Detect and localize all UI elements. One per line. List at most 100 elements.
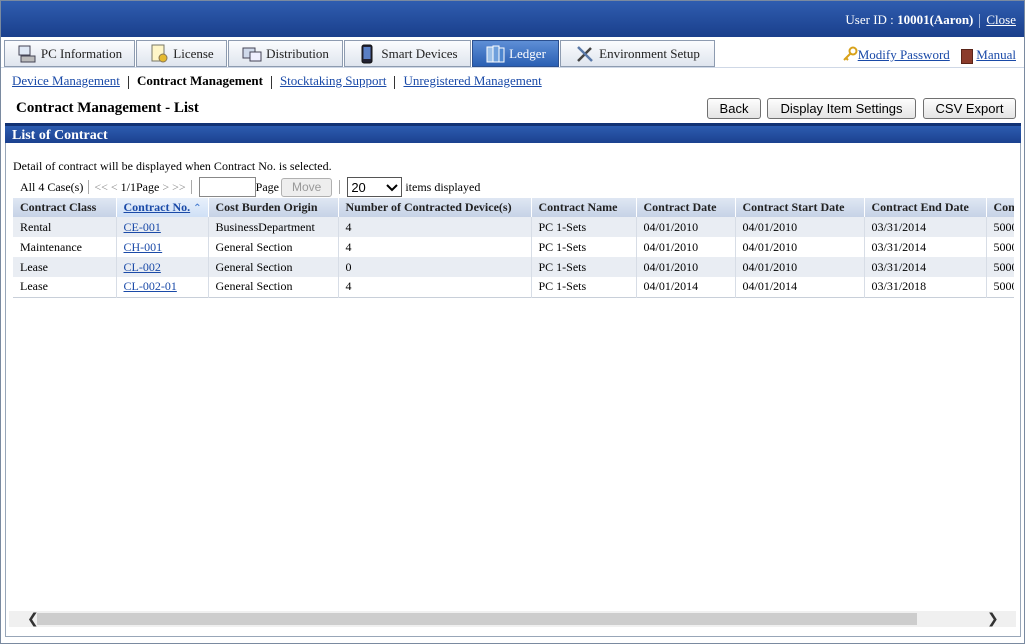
tab-pc-information[interactable]: PC Information xyxy=(4,40,135,67)
manual-link[interactable]: Manual xyxy=(976,47,1016,62)
divider xyxy=(394,75,396,89)
divider xyxy=(979,14,981,29)
tab-ledger[interactable]: Ledger xyxy=(472,40,559,67)
subnav-stocktaking-support[interactable]: Stocktaking Support xyxy=(280,73,387,88)
divider xyxy=(339,180,341,194)
contract-no-link[interactable]: CL-002-01 xyxy=(124,279,177,293)
divider xyxy=(88,180,90,194)
page-title: Contract Management - List xyxy=(16,100,199,116)
cell: PC 1-Sets xyxy=(531,257,637,277)
subnav-unregistered-management[interactable]: Unregistered Management xyxy=(403,73,541,88)
cell: 0 xyxy=(338,257,532,277)
cell: 4 xyxy=(338,237,532,257)
key-icon xyxy=(842,46,858,66)
column-header[interactable]: Contract End Date xyxy=(864,198,987,217)
column-header[interactable]: Contract Date xyxy=(636,198,736,217)
divider xyxy=(127,75,129,89)
csv-export-button[interactable]: CSV Export xyxy=(923,98,1016,119)
cell: BusinessDepartment xyxy=(208,217,339,237)
items-displayed-label: items displayed xyxy=(405,179,481,194)
smart-device-icon xyxy=(357,44,377,64)
column-header[interactable]: Con xyxy=(986,198,1014,217)
license-icon xyxy=(149,44,169,64)
cell: 4 xyxy=(338,277,532,297)
user-id-label: User ID : xyxy=(845,12,898,27)
cell: Maintenance xyxy=(13,237,117,257)
tab-label: License xyxy=(173,45,214,61)
cell: 04/01/2010 xyxy=(636,237,736,257)
tab-license[interactable]: License xyxy=(136,40,227,67)
cell: 04/01/2014 xyxy=(636,277,736,297)
cell: Rental xyxy=(13,217,117,237)
back-button[interactable]: Back xyxy=(707,98,761,119)
column-header[interactable]: Contract Name xyxy=(531,198,637,217)
tab-label: Ledger xyxy=(509,45,546,61)
cell: 04/01/2014 xyxy=(735,277,865,297)
cell: 04/01/2010 xyxy=(735,237,865,257)
divider xyxy=(270,75,272,89)
subnav-device-management[interactable]: Device Management xyxy=(12,73,120,88)
contract-no-link[interactable]: CL-002 xyxy=(124,260,161,274)
cell: PC 1-Sets xyxy=(531,217,637,237)
table-row: Maintenance CH-001 General Section 4 PC … xyxy=(13,237,1014,257)
first-page-link[interactable]: << xyxy=(94,180,108,195)
tab-distribution[interactable]: Distribution xyxy=(228,40,343,67)
prev-page-link[interactable]: < xyxy=(111,180,118,195)
items-per-page-select[interactable]: 20 xyxy=(347,177,403,197)
table-row: Lease CL-002 General Section 0 PC 1-Sets… xyxy=(13,257,1014,277)
cell: 5000 xyxy=(986,237,1014,257)
tab-environment-setup[interactable]: Environment Setup xyxy=(560,40,715,67)
last-page-link[interactable]: >> xyxy=(172,180,186,195)
cell: 5000 xyxy=(986,217,1014,237)
ledger-icon xyxy=(485,44,505,64)
case-count: All 4 Case(s) xyxy=(20,179,84,194)
cell: CH-001 xyxy=(116,237,209,257)
column-header[interactable]: Contract Start Date xyxy=(735,198,865,217)
distribution-icon xyxy=(242,44,262,64)
cell: PC 1-Sets xyxy=(531,237,637,257)
contract-no-link[interactable]: CH-001 xyxy=(124,240,163,254)
sort-link[interactable]: Contract No. xyxy=(124,200,191,214)
column-header[interactable]: Number of Contracted Device(s) xyxy=(338,198,532,217)
cell: 03/31/2014 xyxy=(864,237,987,257)
close-link[interactable]: Close xyxy=(986,12,1016,27)
tab-smart-devices[interactable]: Smart Devices xyxy=(344,40,471,67)
horizontal-scrollbar[interactable]: ❮ ❯ xyxy=(9,611,1016,627)
cell: General Section xyxy=(208,277,339,297)
cell: CL-002-01 xyxy=(116,277,209,297)
column-header[interactable]: Contract Class xyxy=(13,198,117,217)
column-header-sorted[interactable]: Contract No. ⌃ xyxy=(116,198,209,217)
cell: 4 xyxy=(338,217,532,237)
modify-password-link[interactable]: Modify Password xyxy=(858,47,950,62)
main-tab-row: PC Information License Distribution Smar… xyxy=(1,38,1024,68)
cell: 5000 xyxy=(986,277,1014,297)
header-links: Modify Password Manual xyxy=(842,46,1016,66)
cell: Lease xyxy=(13,257,117,277)
tab-label: Distribution xyxy=(266,45,329,61)
subnav-contract-management: Contract Management xyxy=(136,73,263,88)
tab-label: Environment Setup xyxy=(599,45,700,61)
cell: 04/01/2010 xyxy=(735,257,865,277)
manual-icon xyxy=(961,48,974,64)
user-id-value: 10001(Aaron) xyxy=(897,12,974,27)
tools-icon xyxy=(575,44,595,64)
column-header[interactable]: Cost Burden Origin xyxy=(208,198,339,217)
contract-list-panel: Detail of contract will be displayed whe… xyxy=(5,143,1021,637)
user-info: User ID : 10001(Aaron) Close xyxy=(845,12,1016,29)
cell: 04/01/2010 xyxy=(735,217,865,237)
scroll-right-icon[interactable]: ❯ xyxy=(987,611,999,627)
move-button[interactable]: Move xyxy=(280,177,333,197)
cell: 03/31/2018 xyxy=(864,277,987,297)
cell: PC 1-Sets xyxy=(531,277,637,297)
cell: 04/01/2010 xyxy=(636,257,736,277)
display-item-settings-button[interactable]: Display Item Settings xyxy=(767,98,916,119)
chevron-down-icon xyxy=(386,180,399,195)
scrollbar-thumb[interactable] xyxy=(37,613,917,625)
page-number-input[interactable] xyxy=(198,177,256,197)
table-row: Rental CE-001 BusinessDepartment 4 PC 1-… xyxy=(13,217,1014,237)
next-page-link[interactable]: > xyxy=(162,180,169,195)
tab-label: PC Information xyxy=(40,45,123,61)
contract-table: Contract Class Contract No. ⌃ Cost Burde… xyxy=(13,198,1014,298)
tab-label: Smart Devices xyxy=(381,45,458,61)
contract-no-link[interactable]: CE-001 xyxy=(124,220,161,234)
